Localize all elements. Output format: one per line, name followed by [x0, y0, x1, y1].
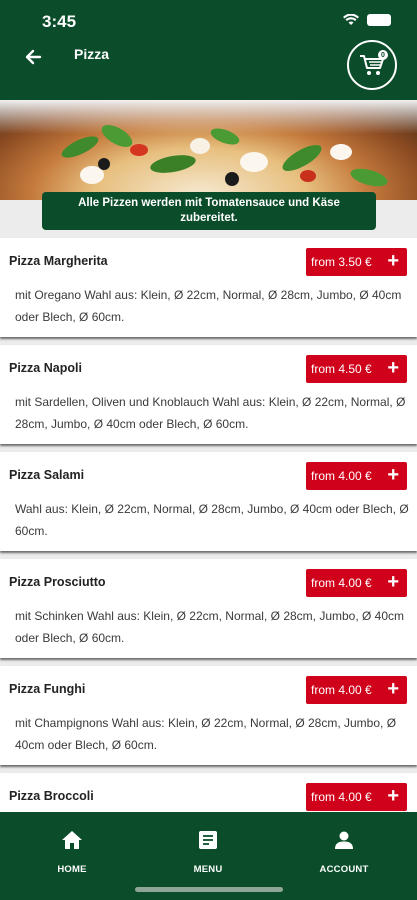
- menu-item-card[interactable]: Pizza Funghi from 4.00 € + mit Champigno…: [0, 666, 417, 765]
- item-price: from 4.00 €: [311, 790, 372, 804]
- item-description: Wahl aus: Klein, Ø 22cm, Normal, Ø 28cm,…: [15, 502, 409, 538]
- cart-count-badge: 0: [378, 50, 388, 60]
- plus-icon: +: [387, 250, 399, 272]
- nav-item-menu[interactable]: MENU: [158, 830, 258, 875]
- item-name: Pizza Margherita: [9, 254, 108, 268]
- nav-label-menu: MENU: [193, 864, 223, 875]
- item-price: from 4.00 €: [311, 576, 372, 590]
- battery-icon: [367, 14, 391, 26]
- menu-item-card[interactable]: Pizza Prosciutto from 4.00 € + mit Schin…: [0, 559, 417, 658]
- menu-item-card[interactable]: Pizza Salami from 4.00 € + Wahl aus: Kle…: [0, 452, 417, 551]
- plus-icon: +: [387, 357, 399, 379]
- item-price: from 3.50 €: [311, 255, 372, 269]
- hero-pizza-image: [0, 100, 417, 200]
- item-price: from 4.00 €: [311, 683, 372, 697]
- menu-item-card[interactable]: Pizza Napoli from 4.50 € + mit Sardellen…: [0, 345, 417, 444]
- plus-icon: +: [387, 571, 399, 593]
- nav-label-account: ACCOUNT: [319, 864, 369, 875]
- item-name: Pizza Prosciutto: [9, 575, 106, 589]
- home-icon: [62, 831, 82, 849]
- plus-icon: +: [387, 678, 399, 700]
- item-description: mit Sardellen, Oliven und Knoblauch Wahl…: [15, 395, 406, 431]
- menu-icon: [199, 831, 217, 849]
- item-name: Pizza Broccoli: [9, 789, 94, 803]
- item-name: Pizza Funghi: [9, 682, 86, 696]
- nav-item-home[interactable]: HOME: [22, 830, 122, 875]
- status-time: 3:45: [42, 12, 77, 31]
- menu-item-card[interactable]: Pizza Margherita from 3.50 € + mit Orega…: [0, 238, 417, 337]
- add-to-cart-button[interactable]: from 4.00 € +: [306, 462, 407, 490]
- plus-icon: +: [387, 464, 399, 486]
- app-bar: Pizza 0: [0, 36, 417, 100]
- bottom-nav: HOME MENU ACCOUNT: [0, 812, 417, 900]
- page-title: Pizza: [74, 46, 110, 62]
- back-button[interactable]: [18, 42, 48, 72]
- nav-label-home: HOME: [57, 864, 87, 875]
- item-description: mit Oregano Wahl aus: Klein, Ø 22cm, Nor…: [15, 288, 402, 324]
- plus-icon: +: [387, 785, 399, 807]
- add-to-cart-button[interactable]: from 4.00 € +: [306, 783, 407, 811]
- wifi-icon: [343, 14, 359, 25]
- item-description: mit Champignons Wahl aus: Klein, Ø 22cm,…: [15, 716, 397, 752]
- account-icon: [335, 831, 353, 849]
- info-banner: Alle Pizzen werden mit Tomatensauce und …: [42, 192, 376, 230]
- item-name: Pizza Salami: [9, 468, 85, 482]
- add-to-cart-button[interactable]: from 4.50 € +: [306, 355, 407, 383]
- item-price: from 4.00 €: [311, 469, 372, 483]
- arrow-left-icon: [25, 49, 42, 65]
- add-to-cart-button[interactable]: from 4.00 € +: [306, 569, 407, 597]
- menu-list: Pizza Margherita from 3.50 € + mit Orega…: [0, 238, 417, 880]
- info-banner-text: Alle Pizzen werden mit Tomatensauce und …: [78, 197, 340, 224]
- status-icons: [343, 14, 391, 26]
- add-to-cart-button[interactable]: from 3.50 € +: [306, 248, 407, 276]
- item-description: mit Schinken Wahl aus: Klein, Ø 22cm, No…: [15, 609, 405, 645]
- home-indicator: [135, 887, 283, 892]
- item-name: Pizza Napoli: [9, 361, 82, 375]
- cart-button[interactable]: 0: [347, 40, 397, 90]
- nav-item-account[interactable]: ACCOUNT: [294, 830, 394, 875]
- item-price: from 4.50 €: [311, 362, 372, 376]
- add-to-cart-button[interactable]: from 4.00 € +: [306, 676, 407, 704]
- status-bar: 3:45: [0, 0, 417, 36]
